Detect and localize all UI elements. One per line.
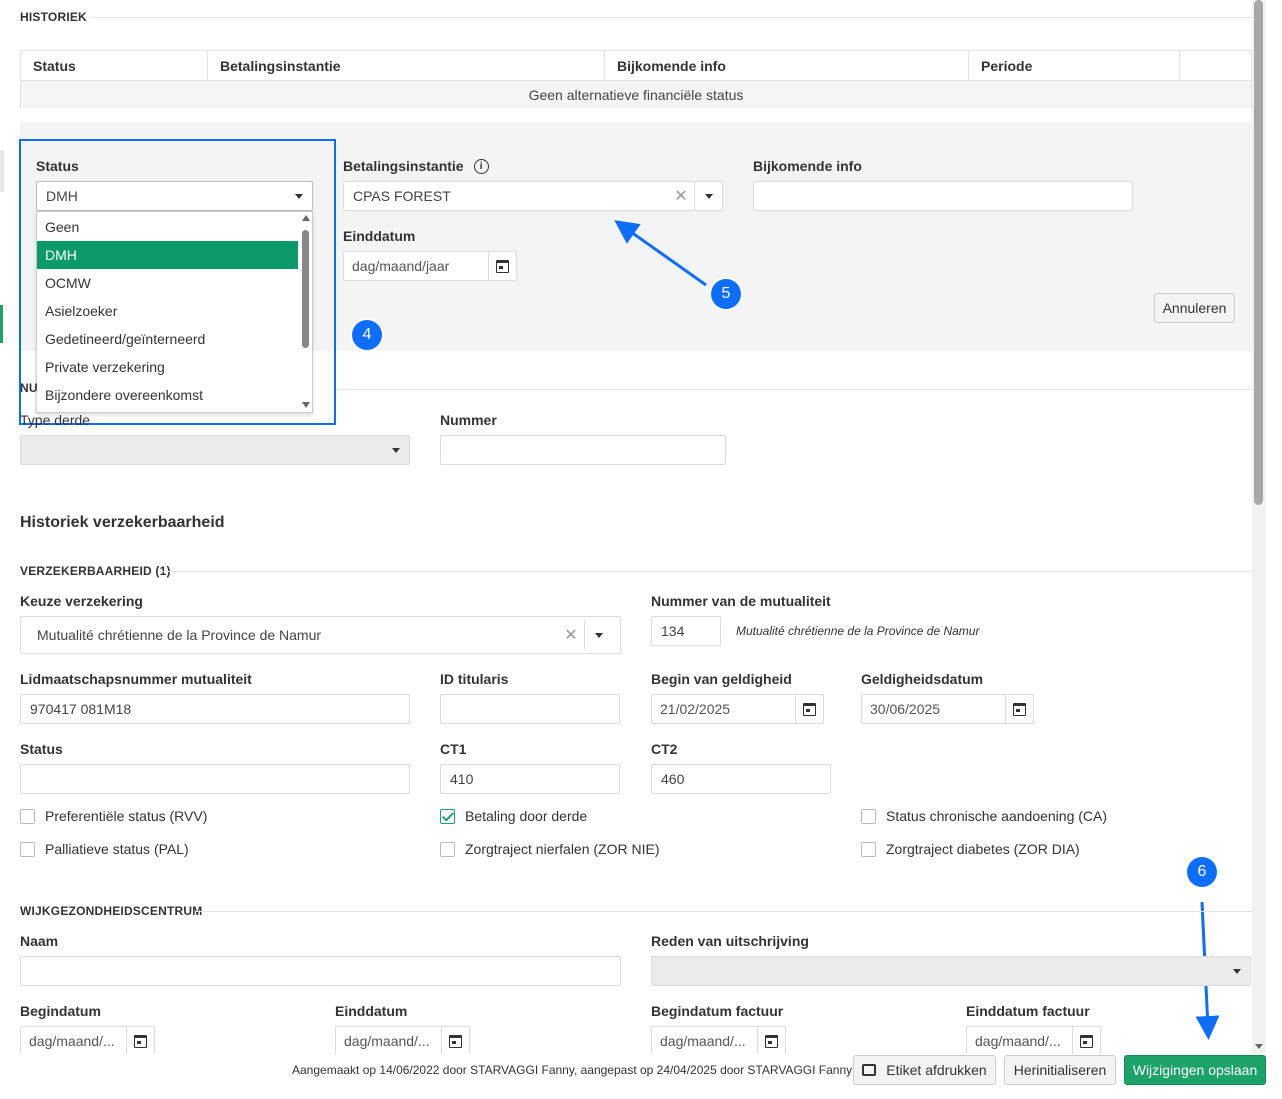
calendar-button[interactable]	[1005, 695, 1033, 723]
wgc-einddatum-date-input[interactable]: dag/maand/...	[335, 1026, 470, 1056]
calendar-button[interactable]	[757, 1027, 785, 1055]
checkbox-rvv[interactable]: Preferentiële status (RVV)	[20, 808, 207, 824]
page-scrollbar-thumb[interactable]	[1254, 0, 1263, 505]
einddatum-factuur-date-input[interactable]: dag/maand/...	[966, 1026, 1101, 1056]
wgc-einddatum-value[interactable]: dag/maand/...	[336, 1027, 441, 1055]
begindatum-label: Begindatum	[20, 1003, 101, 1019]
begin-geldigheid-value[interactable]: 21/02/2025	[652, 695, 795, 723]
checkbox-pal[interactable]: Palliatieve status (PAL)	[20, 841, 189, 857]
begindatum-factuur-value[interactable]: dag/maand/...	[652, 1027, 757, 1055]
verzekerbaarheid-status-label: Status	[20, 741, 63, 757]
ct2-input[interactable]: 460	[651, 764, 831, 794]
verzekerbaarheid-status-input[interactable]	[20, 764, 410, 794]
herinitialiseren-button[interactable]: Herinitialiseren	[1004, 1055, 1116, 1085]
nummer-input[interactable]	[440, 435, 726, 465]
checkbox-box[interactable]	[440, 841, 455, 857]
lidmaatschapsnummer-label: Lidmaatschapsnummer mutualiteit	[20, 671, 252, 687]
type-derde-select[interactable]	[20, 435, 410, 465]
checkbox-label: Betaling door derde	[465, 808, 588, 824]
calendar-icon	[449, 1034, 462, 1048]
naam-label: Naam	[20, 933, 59, 949]
section-divider	[195, 911, 1252, 912]
annotation-arrow-5	[614, 220, 707, 287]
etiket-afdrukken-button[interactable]: Etiket afdrukken	[853, 1055, 996, 1085]
verzekerbaarheid-section-title: VERZEKERBAARHEID (1)	[20, 564, 171, 578]
calendar-icon	[1013, 702, 1026, 716]
verzekerbaarheid-heading: Historiek verzekerbaarheid	[20, 514, 225, 531]
keuze-verzekering-select[interactable]: Mutualité chrétienne de la Province de N…	[20, 616, 621, 654]
checkbox-zor-dia[interactable]: Zorgtraject diabetes (ZOR DIA)	[861, 841, 1080, 857]
begin-geldigheid-label: Begin van geldigheid	[651, 671, 792, 687]
clear-icon[interactable]: ✕	[558, 625, 584, 645]
keuze-verzekering-label: Keuze verzekering	[20, 593, 143, 609]
scroll-down-icon[interactable]	[1255, 1044, 1263, 1049]
annotation-arrows	[614, 220, 1220, 1040]
einddatum-factuur-value[interactable]: dag/maand/...	[967, 1027, 1072, 1055]
checkbox-box-checked[interactable]	[440, 808, 455, 824]
checkbox-label: Zorgtraject diabetes (ZOR DIA)	[886, 841, 1080, 857]
wgc-einddatum-label: Einddatum	[335, 1003, 408, 1019]
wgc-section-title: WIJKGEZONDHEIDSCENTRUM	[20, 904, 203, 918]
checkbox-ca[interactable]: Status chronische aandoening (CA)	[861, 808, 1107, 824]
ct1-label: CT1	[440, 741, 467, 757]
wijzigingen-opslaan-button[interactable]: Wijzigingen opslaan	[1124, 1055, 1266, 1085]
nummer-section-title: NU	[20, 381, 38, 395]
checkbox-label: Status chronische aandoening (CA)	[886, 808, 1108, 824]
checkbox-zor-nie[interactable]: Zorgtraject nierfalen (ZOR NIE)	[440, 841, 660, 857]
checkbox-box[interactable]	[861, 841, 876, 857]
reden-uitschrijving-label: Reden van uitschrijving	[651, 933, 809, 949]
calendar-icon	[803, 702, 816, 716]
nummer-mutualiteit-input[interactable]: 134	[651, 616, 721, 646]
geldigheidsdatum-date-input[interactable]: 30/06/2025	[861, 694, 1034, 724]
calendar-button[interactable]	[1072, 1027, 1100, 1055]
calendar-icon	[765, 1034, 778, 1048]
id-titularis-input[interactable]	[440, 694, 620, 724]
checkbox-label: Zorgtraject nierfalen (ZOR NIE)	[465, 841, 660, 857]
type-derde-label: Type derde	[20, 412, 91, 428]
naam-input[interactable]	[20, 956, 621, 986]
audit-info-text: Aangemaakt op 14/06/2022 door STARVAGGI …	[292, 1063, 853, 1077]
begindatum-factuur-date-input[interactable]: dag/maand/...	[651, 1026, 786, 1056]
keuze-verzekering-value: Mutualité chrétienne de la Province de N…	[37, 627, 322, 643]
calendar-button[interactable]	[126, 1027, 154, 1055]
checkbox-betaling-door-derde[interactable]: Betaling door derde	[440, 808, 587, 824]
reden-uitschrijving-select[interactable]	[651, 956, 1251, 986]
mutualiteit-name-text: Mutualité chrétienne de la Province de N…	[736, 624, 980, 638]
printer-icon	[862, 1064, 877, 1076]
chevron-down-icon	[1233, 968, 1241, 974]
calendar-icon	[134, 1034, 147, 1048]
nummer-mutualiteit-label: Nummer van de mutualiteit	[651, 593, 831, 609]
begindatum-value[interactable]: dag/maand/...	[21, 1027, 126, 1055]
chevron-down-icon	[392, 447, 400, 453]
checkbox-box[interactable]	[20, 841, 35, 857]
calendar-button[interactable]	[441, 1027, 469, 1055]
section-divider	[336, 389, 1252, 390]
keuze-verzekering-dropdown-toggle[interactable]	[584, 621, 612, 649]
nummer-label: Nummer	[440, 412, 497, 428]
geldigheidsdatum-value[interactable]: 30/06/2025	[862, 695, 1005, 723]
calendar-button[interactable]	[795, 695, 823, 723]
checkbox-label: Preferentiële status (RVV)	[45, 808, 208, 824]
etiket-afdrukken-label: Etiket afdrukken	[886, 1062, 987, 1078]
begin-geldigheid-date-input[interactable]: 21/02/2025	[651, 694, 824, 724]
section-divider	[162, 571, 1252, 572]
id-titularis-label: ID titularis	[440, 671, 509, 687]
begindatum-factuur-label: Begindatum factuur	[651, 1003, 784, 1019]
begindatum-date-input[interactable]: dag/maand/...	[20, 1026, 155, 1056]
ct1-input[interactable]: 410	[440, 764, 620, 794]
geldigheidsdatum-label: Geldigheidsdatum	[861, 671, 984, 687]
lidmaatschapsnummer-input[interactable]: 970417 081M18	[20, 694, 410, 724]
einddatum-factuur-label: Einddatum factuur	[966, 1003, 1090, 1019]
calendar-icon	[1080, 1034, 1093, 1048]
checkbox-box[interactable]	[861, 808, 876, 824]
checkbox-label: Palliatieve status (PAL)	[45, 841, 189, 857]
checkbox-box[interactable]	[20, 808, 35, 824]
ct2-label: CT2	[651, 741, 678, 757]
chevron-down-icon	[594, 632, 603, 638]
